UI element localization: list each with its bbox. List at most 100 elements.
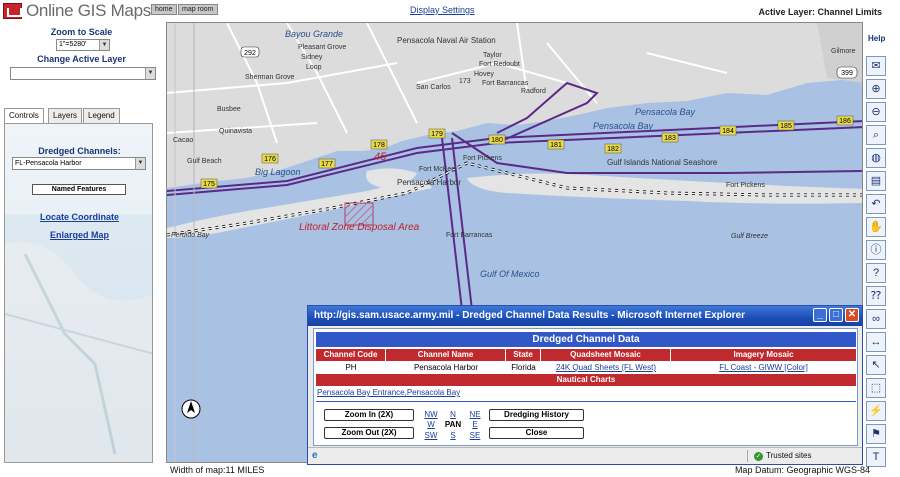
svg-text:399: 399: [841, 70, 853, 77]
zoom-in-button[interactable]: Zoom In (2X): [324, 409, 414, 421]
mile-marker: 179: [428, 128, 446, 139]
mile-marker: 181: [547, 139, 565, 150]
label-fort-pickens-right: Fort Pickens: [726, 182, 765, 189]
query-icon[interactable]: ?: [866, 263, 886, 283]
label-littoral-zone: Littoral Zone Disposal Area: [299, 222, 420, 233]
dredged-channel-select[interactable]: FL-Pensacola Harbor ▼: [12, 157, 146, 170]
pan-hand-icon[interactable]: ✋: [866, 217, 886, 237]
label-gulf-of-mexico: Gulf Of Mexico: [480, 269, 540, 279]
zoom-full-icon[interactable]: ⌕: [866, 125, 886, 145]
trusted-sites-zone: ✓ Trusted sites: [754, 451, 812, 461]
select-area-icon[interactable]: ⬚: [866, 378, 886, 398]
pan-n-link[interactable]: N: [446, 410, 460, 419]
label-pleasant-grove: Pleasant Grove: [298, 44, 346, 51]
query-table-icon[interactable]: ⁇: [866, 286, 886, 306]
globe-icon[interactable]: ◍: [866, 148, 886, 168]
imagery-link[interactable]: FL Coast - GIWW [Color]: [671, 362, 856, 373]
label-fort-mckee: Fort McKee: [419, 166, 455, 173]
label-fort-pickens: Fort Pickens: [463, 155, 502, 162]
mile-marker: 183: [661, 132, 679, 143]
mile-marker: 180: [488, 134, 506, 145]
binoculars-icon[interactable]: ∞: [866, 309, 886, 329]
label-fort-barrancas-top: Fort Barrancas: [482, 80, 529, 87]
map-toolbar: ✉ ⊕ ⊖ ⌕ ◍ ▤ ↶ ✋ ⓘ ? ⁇ ∞ ↔ ↖ ⬚ ⚡ ⚑ T: [866, 56, 888, 470]
measure-icon[interactable]: ↔: [866, 332, 886, 352]
dredged-channels-label: Dredged Channels:: [38, 146, 121, 156]
mail-icon[interactable]: ✉: [866, 56, 886, 76]
nautical-charts-link[interactable]: Pensacola Bay Entrance,Pensacola Bay: [317, 388, 460, 397]
label-quinavista: Quinavista: [219, 128, 252, 135]
svg-text:184: 184: [722, 128, 734, 135]
pan-ne-link[interactable]: NE: [468, 410, 482, 419]
mile-marker: 178: [370, 139, 388, 150]
label-pensacola-bay: Pensacola Bay: [593, 121, 654, 131]
zoom-out-button[interactable]: Zoom Out (2X): [324, 427, 414, 439]
quadsheet-link[interactable]: 24K Quad Sheets (FL West): [541, 362, 671, 373]
chevron-down-icon[interactable]: ▼: [145, 68, 155, 79]
zoom-out-icon[interactable]: ⊖: [866, 102, 886, 122]
layers-icon[interactable]: ▤: [866, 171, 886, 191]
label-big-lagoon: Big Lagoon: [255, 167, 301, 177]
enlarged-map-link[interactable]: Enlarged Map: [5, 230, 152, 240]
pan-w-link[interactable]: W: [424, 420, 438, 429]
pan-e-link[interactable]: E: [468, 420, 482, 429]
named-features-button[interactable]: Named Features: [32, 184, 126, 195]
svg-text:292: 292: [244, 50, 256, 57]
active-layer-label: Active Layer: Channel Limits: [758, 7, 882, 17]
close-icon[interactable]: ✕: [845, 308, 859, 322]
pan-nw-link[interactable]: NW: [424, 410, 438, 419]
label-busbee: Busbee: [217, 106, 241, 113]
nautical-charts-label: Nautical Charts: [556, 375, 616, 384]
cell-channel-name: Pensacola Harbor: [413, 363, 479, 372]
pan-center-label: PAN: [444, 420, 462, 429]
display-settings-link[interactable]: Display Settings: [410, 5, 475, 15]
label-radford: Radford: [521, 88, 546, 95]
chevron-down-icon[interactable]: ▼: [99, 40, 109, 50]
map-room-button[interactable]: map room: [178, 4, 218, 15]
hyperlink-icon[interactable]: ⚡: [866, 401, 886, 421]
map-datum-status: Map Datum: Geographic WGS-84: [734, 465, 870, 475]
svg-text:182: 182: [607, 146, 619, 153]
col-channel-code: Channel Code: [316, 349, 386, 361]
pan-s-link[interactable]: S: [446, 431, 460, 440]
usace-castle-logo: [3, 3, 22, 19]
route-shield-292: 292: [240, 46, 260, 58]
minimize-icon[interactable]: _: [813, 308, 827, 322]
divider: [316, 401, 856, 402]
label-sidney: Sidney: [301, 54, 323, 61]
home-button[interactable]: home: [151, 4, 177, 15]
app-logo-text: Online GIS Maps: [26, 1, 151, 20]
dredging-history-button[interactable]: Dredging History: [489, 409, 584, 421]
popup-titlebar[interactable]: http://gis.sam.usace.army.mil - Dredged …: [308, 306, 862, 326]
tab-controls[interactable]: Controls: [4, 108, 44, 123]
dredged-channel-popup-window: http://gis.sam.usace.army.mil - Dredged …: [307, 305, 863, 465]
tab-layers[interactable]: Layers: [48, 108, 83, 123]
active-layer-select[interactable]: ▼: [10, 67, 156, 80]
locate-coordinate-link[interactable]: Locate Coordinate: [5, 212, 152, 222]
zoom-scale-select[interactable]: 1"=5280' ▼: [56, 39, 110, 51]
mile-marker: 177: [318, 158, 336, 169]
chevron-down-icon[interactable]: ▼: [135, 158, 145, 169]
maximize-icon[interactable]: □: [829, 308, 843, 322]
text-icon[interactable]: T: [866, 447, 886, 467]
close-button[interactable]: Close: [489, 427, 584, 439]
col-channel-name: Channel Name: [386, 349, 506, 361]
pan-sw-link[interactable]: SW: [424, 431, 438, 440]
select-icon[interactable]: ↖: [866, 355, 886, 375]
pan-se-link[interactable]: SE: [468, 431, 482, 440]
dredged-channel-data-heading: Dredged Channel Data: [316, 332, 856, 347]
flag-icon[interactable]: ⚑: [866, 424, 886, 444]
zoom-prev-icon[interactable]: ↶: [866, 194, 886, 214]
label-sherman-grove: Sherman Grove: [245, 74, 295, 81]
label-loop: Loop: [306, 64, 322, 71]
tab-legend[interactable]: Legend: [83, 108, 120, 123]
cell-state: Florida: [511, 363, 536, 372]
zoom-scale-value: 1"=5280': [59, 41, 87, 48]
controls-panel: Dredged Channels: FL-Pensacola Harbor ▼ …: [4, 123, 153, 463]
nautical-charts-header: Nautical Charts: [316, 374, 856, 386]
info-icon[interactable]: ⓘ: [866, 240, 886, 260]
north-arrow-icon: [181, 399, 201, 419]
zoom-in-icon[interactable]: ⊕: [866, 79, 886, 99]
help-link[interactable]: Help: [868, 34, 885, 43]
label-gilmore: Gilmore: [831, 48, 856, 55]
